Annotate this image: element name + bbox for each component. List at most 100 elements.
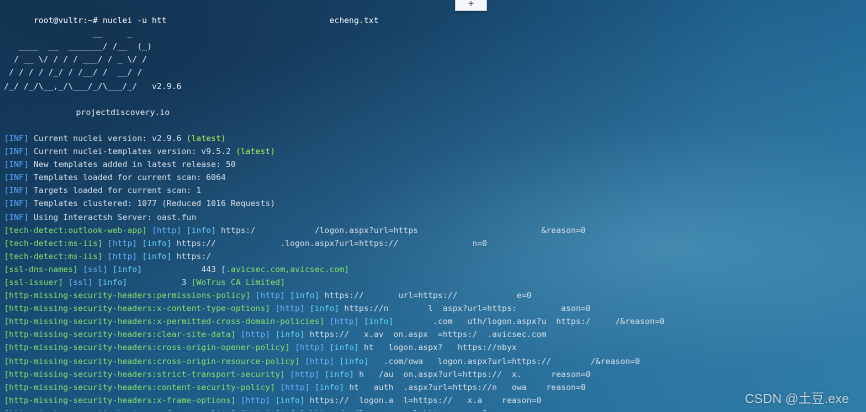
terminal-window[interactable]: + root@vultr:~# nuclei -u htt echeng.txt…: [0, 0, 866, 412]
protocol-tag: [http]: [284, 368, 320, 379]
severity-tag: [info]: [284, 290, 320, 301]
result-row: [http-missing-security-headers:x-content…: [4, 302, 862, 315]
result-row: [http-missing-security-headers:permissio…: [4, 289, 862, 302]
template-id: [http-missing-security-headers:strict-tr…: [4, 368, 285, 379]
protocol-tag: [http]: [235, 329, 271, 340]
project-url: projectdiscovery.io: [76, 106, 170, 117]
template-id: [tech-detect:ms-iis]: [4, 237, 103, 248]
result-target: https:/ /logon.asp l=https: n=0: [305, 408, 487, 411]
info-tag: [INF]: [4, 198, 29, 209]
info-line: [INF] Current nuclei version: v2.9.6 (la…: [4, 132, 862, 145]
scan-results: [tech-detect:outlook-web-app] [http] [in…: [4, 224, 862, 411]
severity-tag: [info]: [270, 408, 305, 411]
nuclei-banner: __ _ ____ __ _______/ /__ (_) / __ \/ / …: [4, 27, 862, 92]
result-target: 443 [: [142, 263, 226, 274]
template-id: [http-missing-security-headers:cross-ori…: [4, 355, 300, 366]
result-row: [tech-detect:ms-iis] [http] [info] https…: [4, 250, 862, 263]
result-row: [tech-detect:outlook-web-app] [http] [in…: [4, 224, 862, 237]
info-line: [INF] Targets loaded for current scan: 1: [4, 184, 862, 197]
result-row: [http-missing-security-headers:content-s…: [4, 381, 862, 394]
banner-line: / __ \/ / / / ___/ / _ \/ /: [4, 54, 147, 65]
info-line: [INF] New templates added in latest rele…: [4, 158, 862, 171]
protocol-tag: [http]: [146, 224, 182, 235]
protocol-tag: [http]: [289, 342, 325, 353]
info-text: New templates added in latest release: 5…: [28, 159, 236, 170]
terminal-output[interactable]: root@vultr:~# nuclei -u htt echeng.txt _…: [4, 1, 862, 411]
result-extra: .avicsec.com,avicsec.com]: [225, 263, 350, 274]
info-line: [INF] Current nuclei-templates version: …: [4, 145, 862, 158]
command-line: root@vultr:~# nuclei -u htt echeng.txt: [4, 1, 862, 25]
info-text: Using Interactsh Server: oast.fun: [28, 211, 197, 222]
result-target: ht logon.aspx? https://nbyx: [358, 342, 517, 353]
template-id: [http-missing-security-headers:x-permitt…: [4, 316, 325, 327]
protocol-tag: [ssl]: [77, 263, 108, 274]
info-text: Templates clustered: 1077 (Reduced 1016 …: [28, 198, 276, 209]
info-lines: [INF] Current nuclei version: v2.9.6 (la…: [4, 132, 862, 224]
severity-tag: [info]: [270, 394, 305, 405]
banner-line: / / / / /_/ / /__/ / __/ /: [4, 67, 143, 78]
result-target: .com/owa logon.aspx?url=https:// /&reaso…: [368, 355, 640, 366]
result-target: https:/ /logon.aspx?url=https &reason=0: [215, 224, 586, 235]
result-row: [http-missing-security-headers:clear-sit…: [4, 328, 862, 341]
info-tag: [INF]: [4, 211, 29, 222]
result-target: .com uth/logon.aspx?u https:/ /&reason=0: [393, 316, 665, 327]
result-target: https:// x.av on.aspx =https:/ .avicsec.…: [304, 329, 547, 340]
template-id: [ssl-issuer]: [4, 276, 64, 287]
command-prompt: root@vultr:~# nuclei -u htt: [33, 15, 167, 26]
severity-tag: [info]: [309, 381, 345, 392]
command-file: echeng.txt: [329, 15, 379, 26]
severity-tag: [info]: [181, 224, 216, 235]
severity-tag: [info]: [137, 250, 172, 261]
severity-tag: [info]: [319, 368, 355, 379]
severity-tag: [info]: [137, 237, 172, 248]
severity-tag: [info]: [92, 276, 128, 287]
info-text: Current nuclei-templates version: v9.5.2: [28, 146, 236, 157]
template-id: [http-missing-security-headers:permissio…: [4, 290, 251, 301]
result-row: [http-missing-security-headers:cross-ori…: [4, 341, 862, 354]
result-row: [ssl-dns-names] [ssl] [info] 443 [.avics…: [4, 263, 862, 276]
severity-tag: [info]: [107, 263, 143, 274]
result-target: ht auth .aspx?url=https://n owa reason=0: [344, 381, 586, 392]
info-text: Targets loaded for current scan: 1: [28, 185, 202, 196]
severity-tag: [info]: [334, 355, 369, 366]
info-line: [INF] Templates clustered: 1077 (Reduced…: [4, 197, 862, 210]
info-line: [INF] Templates loaded for current scan:…: [4, 171, 862, 184]
banner-line: /_/ /_/\__,_/\___/_/\___/_/ v2.9.6: [4, 80, 182, 91]
severity-tag: [info]: [270, 329, 305, 340]
result-extra: [WoTrus CA Limited]: [191, 276, 286, 287]
result-row: [http-missing-security-headers:strict-tr…: [4, 368, 862, 381]
template-id: [http-missing-security-headers:referrer-…: [4, 408, 236, 411]
result-target: https:// logon.a l=https:// x.a reason=0: [304, 394, 542, 405]
result-row: [ssl-issuer] [ssl] [info] 3 [WoTrus CA L…: [4, 276, 862, 289]
protocol-tag: [http]: [324, 316, 359, 327]
template-id: [tech-detect:outlook-web-app]: [4, 224, 147, 235]
info-line: [INF] Using Interactsh Server: oast.fun: [4, 211, 862, 224]
info-tag: [INF]: [4, 185, 29, 196]
protocol-tag: [http]: [236, 408, 271, 411]
severity-tag: [info]: [304, 303, 340, 314]
result-target: 3: [127, 276, 192, 287]
watermark: CSDN @土豆.exe: [744, 390, 849, 406]
banner-line: __ _: [4, 28, 133, 39]
template-id: [ssl-dns-names]: [4, 263, 78, 274]
protocol-tag: [http]: [270, 303, 305, 314]
protocol-tag: [http]: [275, 381, 310, 392]
result-target: https://n l aspx?url=https: ason=0: [339, 303, 591, 314]
version-status: (latest): [235, 146, 276, 157]
info-text: Current nuclei version: v2.9.6: [28, 132, 187, 143]
result-row: [http-missing-security-headers:cross-ori…: [4, 355, 862, 368]
template-id: [http-missing-security-headers:x-content…: [4, 303, 271, 314]
result-target: h /au on.aspx?url=https:// x. reason=0: [354, 368, 591, 379]
info-tag: [INF]: [4, 132, 29, 143]
protocol-tag: [http]: [102, 237, 138, 248]
result-target: https:// url=https:// e=0: [319, 290, 532, 301]
info-tag: [INF]: [4, 146, 29, 157]
result-row: [http-missing-security-headers:referrer-…: [4, 407, 862, 411]
template-id: [http-missing-security-headers:x-frame-o…: [4, 394, 236, 405]
version-status: (latest): [186, 132, 226, 143]
severity-tag: [info]: [358, 316, 394, 327]
info-text: Templates loaded for current scan: 6064: [28, 172, 226, 183]
template-id: [tech-detect:ms-iis]: [4, 250, 103, 261]
result-target: https:// .logon.aspx?url=https:// n=0: [171, 237, 488, 248]
redacted-target: [167, 15, 330, 25]
